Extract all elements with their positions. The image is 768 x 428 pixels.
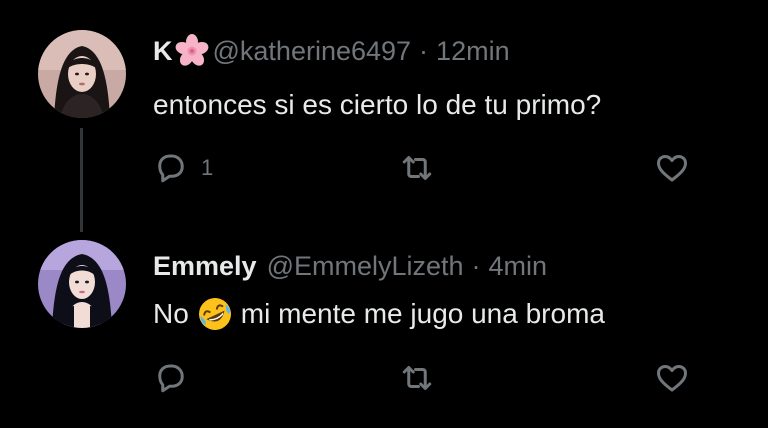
display-name-text[interactable]: K — [153, 35, 173, 67]
retweet-button[interactable] — [399, 150, 435, 186]
tweet-actions: 1 — [153, 150, 698, 190]
timestamp[interactable]: 4min — [489, 250, 548, 282]
tweet-text: No mi mente me jugo una broma — [153, 296, 605, 332]
retweet-icon — [399, 150, 435, 186]
retweet-icon — [399, 360, 435, 396]
like-button[interactable] — [653, 360, 691, 396]
display-name[interactable]: K — [153, 34, 213, 68]
avatar[interactable] — [38, 30, 126, 118]
reply-button[interactable]: 1 — [153, 150, 213, 186]
reply-icon — [153, 360, 189, 396]
separator-dot: · — [471, 251, 481, 281]
rolling-on-floor-laughing-icon — [197, 296, 233, 332]
reply-count: 1 — [201, 155, 214, 180]
reply-icon — [153, 150, 189, 186]
tweet-text-after-emoji: mi mente me jugo una broma — [240, 298, 605, 329]
tweet-header: K @katherine6497 · 12min — [153, 34, 510, 68]
tweet-emmely[interactable]: Emmely @EmmelyLizeth · 4min No mi mente … — [0, 220, 768, 428]
heart-icon — [653, 150, 691, 186]
separator-dot: · — [419, 36, 429, 66]
tweet-katherine[interactable]: K @katherine6497 · 12min entonces si es … — [0, 0, 768, 232]
thread-connector-line — [80, 128, 83, 232]
timestamp[interactable]: 12min — [436, 35, 510, 67]
reply-button[interactable] — [153, 360, 201, 396]
tweet-text: entonces si es cierto lo de tu primo? — [153, 89, 602, 120]
user-handle[interactable]: @katherine6497 — [213, 35, 412, 67]
avatar[interactable] — [38, 240, 126, 328]
heart-icon — [653, 360, 691, 396]
user-handle[interactable]: @EmmelyLizeth — [267, 250, 464, 282]
cherry-blossom-icon — [175, 34, 209, 68]
tweet-text-before-emoji: No — [153, 298, 189, 329]
retweet-button[interactable] — [399, 360, 435, 396]
tweet-actions — [153, 360, 698, 400]
display-name[interactable]: Emmely — [153, 250, 257, 282]
conversation-thread: K @katherine6497 · 12min entonces si es … — [0, 0, 768, 428]
like-button[interactable] — [653, 150, 691, 186]
tweet-header: Emmely @EmmelyLizeth · 4min — [153, 250, 547, 282]
